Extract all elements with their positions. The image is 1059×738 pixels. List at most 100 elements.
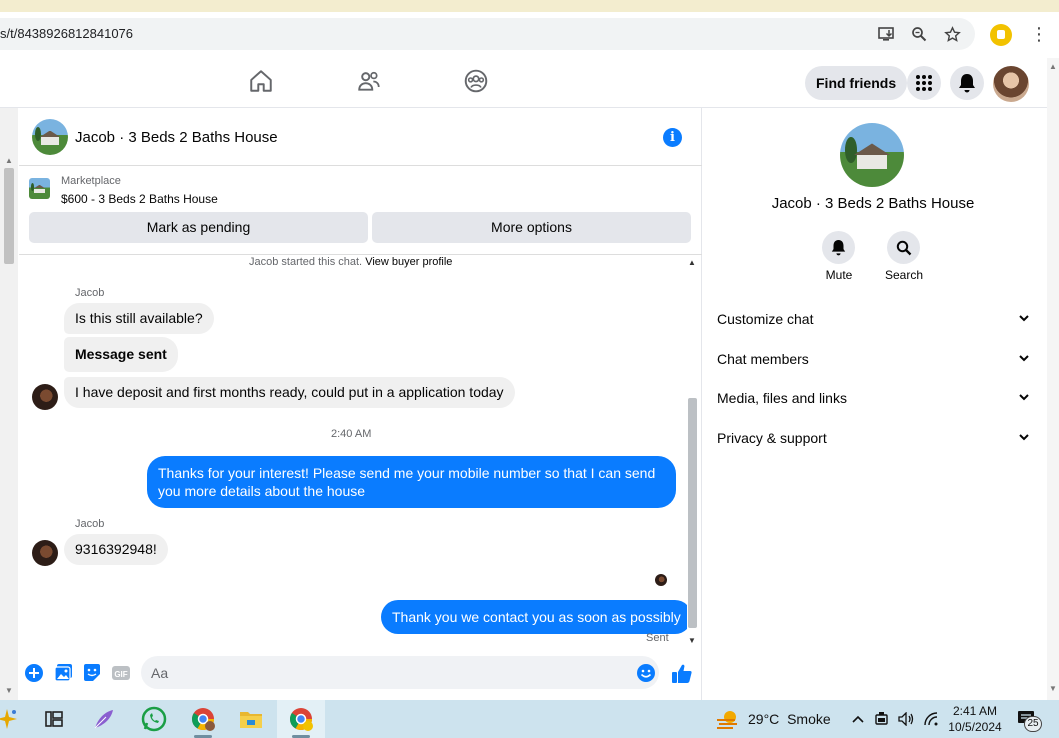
notification-count-badge: 25: [1024, 716, 1042, 732]
listing-thumbnail[interactable]: [32, 119, 68, 155]
scroll-thumb[interactable]: [688, 398, 697, 628]
show-hidden-icons-chevron-icon[interactable]: [851, 712, 865, 729]
chrome-icon[interactable]: [288, 706, 314, 732]
scroll-up-icon[interactable]: ▲: [5, 156, 13, 165]
notifications-bell-icon[interactable]: [950, 66, 984, 100]
weather-haze-icon[interactable]: [715, 706, 741, 732]
weather-condition: Smoke: [787, 711, 831, 727]
search-icon[interactable]: [887, 231, 920, 264]
bookmark-star-icon[interactable]: [943, 25, 961, 43]
listing-small-thumbnail[interactable]: [29, 178, 50, 199]
friends-icon[interactable]: [356, 68, 382, 94]
message-timestamp: 2:40 AM: [331, 428, 372, 440]
scroll-up-icon[interactable]: ▲: [688, 258, 696, 267]
sender-name: Jacob: [75, 287, 105, 299]
scroll-down-icon[interactable]: ▼: [688, 636, 696, 645]
url-text[interactable]: s/t/8438926812841076: [0, 26, 133, 41]
groups-icon[interactable]: [463, 68, 489, 94]
chevron-down-icon: [1017, 430, 1031, 447]
mark-as-pending-button[interactable]: Mark as pending: [29, 212, 368, 243]
incoming-message[interactable]: Message sent: [64, 337, 178, 372]
info-icon[interactable]: i: [663, 128, 682, 147]
home-icon[interactable]: [248, 68, 274, 94]
clock-date: 10/5/2024: [948, 720, 1002, 734]
message-list: Jacob started this chat. View buyer prof…: [19, 256, 687, 648]
chat-started-note: Jacob started this chat. View buyer prof…: [249, 256, 453, 268]
section-chat-members[interactable]: Chat members: [717, 351, 1031, 375]
gif-icon[interactable]: GIF: [111, 663, 131, 683]
emoji-icon[interactable]: [636, 663, 656, 683]
left-scrollbar[interactable]: ▲ ▼: [0, 108, 18, 700]
scroll-down-icon[interactable]: ▼: [1049, 684, 1057, 693]
wifi-icon[interactable]: [923, 712, 939, 729]
message-input[interactable]: [141, 656, 659, 689]
extension-icon[interactable]: [990, 24, 1012, 46]
system-clock[interactable]: 2:41 AM 10/5/2024: [945, 703, 1005, 735]
facebook-header: Find friends: [0, 58, 1047, 108]
sender-name: Jacob: [75, 518, 105, 530]
copilot-sparkle-icon[interactable]: [0, 706, 20, 732]
listing-profile-image[interactable]: [840, 123, 904, 187]
marketplace-label: Marketplace: [61, 175, 121, 187]
incoming-message[interactable]: Is this still available?: [64, 303, 214, 334]
sticker-icon[interactable]: [82, 663, 102, 683]
whatsapp-icon[interactable]: [141, 706, 167, 732]
search-label[interactable]: Search: [874, 268, 934, 282]
notification-center-icon[interactable]: 25: [1017, 710, 1042, 732]
browser-menu-icon[interactable]: ⋮: [1030, 24, 1048, 45]
zoom-icon[interactable]: [910, 25, 928, 43]
section-media-files-links[interactable]: Media, files and links: [717, 390, 1031, 414]
battery-icon[interactable]: [874, 712, 890, 729]
thumbs-up-icon[interactable]: [671, 663, 692, 683]
mute-label[interactable]: Mute: [809, 268, 869, 282]
chat-header: Jacob · 3 Beds 2 Baths House i: [19, 108, 702, 166]
message-composer: GIF: [19, 653, 702, 693]
outgoing-message[interactable]: Thanks for your interest! Please send me…: [147, 456, 676, 508]
photo-icon[interactable]: [54, 663, 74, 683]
marketplace-banner: Marketplace $600 - 3 Beds 2 Baths House …: [19, 167, 702, 255]
profile-avatar[interactable]: [993, 66, 1029, 102]
section-customize-chat[interactable]: Customize chat: [717, 311, 1031, 335]
install-app-icon[interactable]: [878, 25, 896, 43]
sent-status: Sent: [646, 632, 669, 644]
outgoing-message[interactable]: Thank you we contact you as soon as poss…: [381, 600, 687, 634]
windows-taskbar: 29°C Smoke 2:41 AM 10/5/2024 25: [0, 700, 1059, 738]
chat-details-panel: Jacob · 3 Beds 2 Baths House Mute Search…: [703, 108, 1047, 700]
incoming-message[interactable]: 9316392948!: [64, 534, 168, 565]
address-bar[interactable]: s/t/8438926812841076: [0, 18, 975, 50]
mute-bell-icon[interactable]: [822, 231, 855, 264]
quill-app-icon[interactable]: [91, 706, 117, 732]
chevron-down-icon: [1017, 390, 1031, 407]
browser-toolbar: s/t/8438926812841076 ⋮: [0, 12, 1059, 58]
more-options-button[interactable]: More options: [372, 212, 691, 243]
scroll-up-icon[interactable]: ▲: [1049, 62, 1057, 71]
sender-avatar[interactable]: [32, 540, 58, 566]
browser-top-strip: [0, 0, 1059, 12]
svg-text:GIF: GIF: [114, 670, 127, 679]
chevron-down-icon: [1017, 311, 1031, 328]
menu-grid-icon[interactable]: [907, 66, 941, 100]
scroll-thumb[interactable]: [4, 168, 14, 264]
weather-readout[interactable]: 29°C Smoke: [748, 711, 831, 727]
temperature: 29°C: [748, 711, 780, 727]
plus-circle-icon[interactable]: [24, 663, 44, 683]
chat-panel: Jacob · 3 Beds 2 Baths House i Marketpla…: [19, 108, 702, 700]
details-title: Jacob · 3 Beds 2 Baths House: [771, 195, 975, 212]
messages-scrollbar[interactable]: ▲ ▼: [685, 256, 699, 648]
clock-time: 2:41 AM: [952, 704, 998, 718]
section-privacy-support[interactable]: Privacy & support: [717, 430, 1031, 454]
find-friends-button[interactable]: Find friends: [805, 66, 908, 100]
sender-avatar[interactable]: [32, 384, 58, 410]
scroll-down-icon[interactable]: ▼: [5, 686, 13, 695]
view-buyer-profile-link[interactable]: View buyer profile: [365, 256, 452, 268]
listing-price-title[interactable]: $600 - 3 Beds 2 Baths House: [61, 192, 218, 206]
file-explorer-icon[interactable]: [238, 706, 264, 732]
task-view-icon[interactable]: [41, 706, 67, 732]
page-scrollbar[interactable]: ▲ ▼: [1047, 58, 1059, 700]
seen-indicator-avatar: [655, 574, 667, 586]
chevron-down-icon: [1017, 351, 1031, 368]
volume-icon[interactable]: [898, 711, 916, 729]
incoming-message[interactable]: I have deposit and first months ready, c…: [64, 377, 515, 408]
chat-title[interactable]: Jacob · 3 Beds 2 Baths House: [75, 129, 278, 146]
chrome-profile-icon[interactable]: [190, 706, 216, 732]
